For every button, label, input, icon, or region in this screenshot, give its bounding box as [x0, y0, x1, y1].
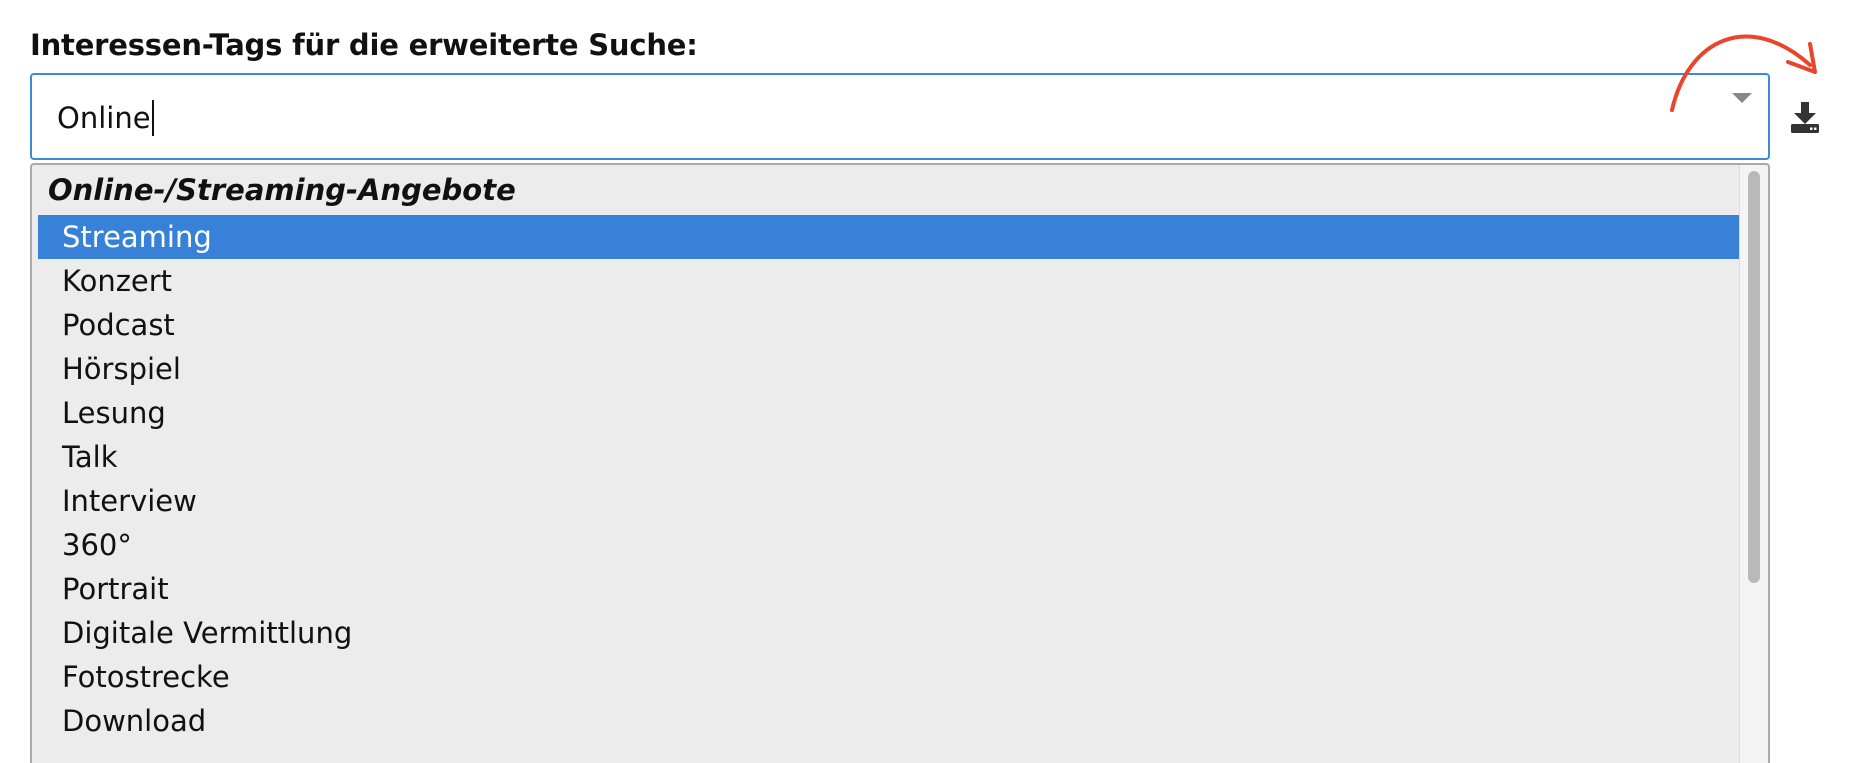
dropdown-option[interactable]: Interview	[38, 479, 1740, 523]
tag-search-combobox[interactable]: Online	[30, 73, 1770, 160]
dropdown-option[interactable]: Fotostrecke	[38, 655, 1740, 699]
dropdown-scrollbar[interactable]	[1739, 165, 1768, 763]
dropdown-option[interactable]: Streaming	[38, 215, 1740, 259]
field-label: Interessen-Tags für die erweiterte Suche…	[30, 28, 698, 62]
dropdown-option[interactable]: Podcast	[38, 303, 1740, 347]
search-input-value[interactable]: Online	[57, 100, 154, 136]
dropdown-option[interactable]: Portrait	[38, 567, 1740, 611]
dropdown-option[interactable]: Talk	[38, 435, 1740, 479]
dropdown-option[interactable]: Download	[38, 699, 1740, 743]
dropdown-panel: Online-/Streaming-Angebote Streaming Konz…	[30, 163, 1770, 763]
dropdown-option[interactable]: 360°	[38, 523, 1740, 567]
dropdown-option[interactable]: Digitale Vermittlung	[38, 611, 1740, 655]
text-caret	[151, 100, 154, 136]
download-icon[interactable]	[1790, 100, 1820, 134]
scrollbar-thumb[interactable]	[1748, 171, 1760, 583]
option-group-header: Online-/Streaming-Angebote	[48, 173, 516, 207]
option-list: Streaming Konzert Podcast Hörspiel Lesung Tal…	[38, 215, 1740, 743]
dropdown-option[interactable]: Hörspiel	[38, 347, 1740, 391]
dropdown-option[interactable]: Konzert	[38, 259, 1740, 303]
dropdown-option[interactable]: Lesung	[38, 391, 1740, 435]
